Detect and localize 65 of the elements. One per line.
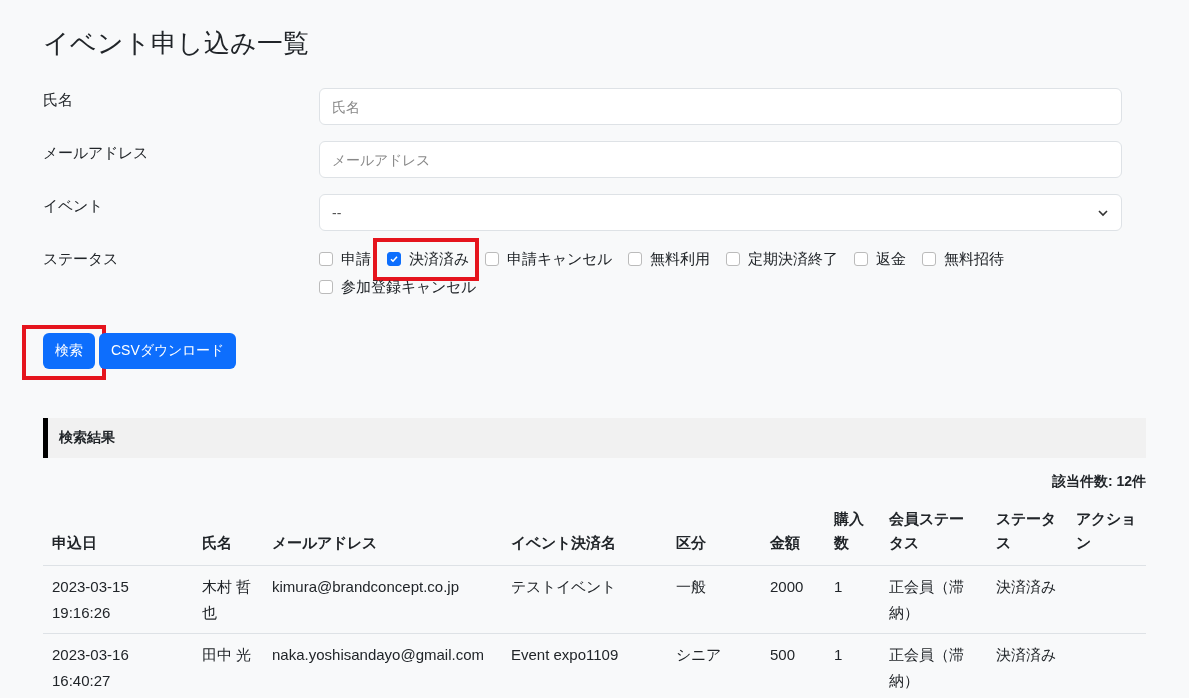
table-cell: 一般 [667, 565, 761, 634]
status-checkbox[interactable]: 定期決済終了 [726, 247, 838, 271]
status-checkbox[interactable]: 無料利用 [628, 247, 710, 271]
checkbox-label: 無料利用 [650, 249, 710, 269]
column-header: イベント決済名 [502, 501, 667, 566]
input-field[interactable]: メールアドレス [319, 141, 1122, 178]
action-button[interactable]: 検索 [43, 333, 95, 369]
column-header: メールアドレス [263, 501, 502, 566]
select-field[interactable]: -- [319, 194, 1122, 231]
checkbox[interactable] [319, 252, 333, 266]
table-cell: シニア [667, 633, 761, 698]
table-cell: 決済済み [987, 633, 1067, 698]
field-label: ステータス [43, 249, 119, 269]
table-cell: 2023-03-16 16:40:27 [43, 633, 193, 698]
table-cell: 正会員（滞納） [880, 633, 987, 698]
checkbox-label: 参加登録キャンセル [341, 277, 476, 297]
column-header: 区分 [667, 501, 761, 566]
status-checkbox[interactable]: 参加登録キャンセル [319, 275, 476, 299]
checkbox-label: 無料招待 [944, 249, 1004, 269]
status-checkbox[interactable]: 返金 [854, 247, 906, 271]
status-checkbox[interactable]: 決済済み [387, 247, 469, 271]
table-cell: 2023-03-15 19:16:26 [43, 565, 193, 634]
action-button[interactable]: CSVダウンロード [99, 333, 236, 369]
checkbox[interactable] [922, 252, 936, 266]
column-header: 金額 [761, 501, 825, 566]
column-header: 会員ステータス [880, 501, 987, 566]
column-header: ステータス [987, 501, 1067, 566]
checkbox-label: 申請 [341, 249, 371, 269]
table-cell: 正会員（滞納） [880, 565, 987, 634]
field-label: イベント [43, 196, 104, 216]
checkbox-label: 定期決済終了 [748, 249, 838, 269]
check-icon [389, 254, 399, 264]
table-cell: 2000 [761, 565, 825, 634]
checkbox[interactable] [628, 252, 642, 266]
checkbox[interactable] [387, 252, 401, 266]
field-label: メールアドレス [43, 143, 149, 163]
section-title: 検索結果 [59, 429, 115, 447]
table-cell: naka.yoshisandayo@gmail.com [263, 633, 502, 698]
input-field[interactable]: 氏名 [319, 88, 1122, 125]
table-cell: 決済済み [987, 565, 1067, 634]
status-checkbox[interactable]: 申請キャンセル [485, 247, 612, 271]
column-header: 申込日 [43, 501, 193, 566]
checkbox[interactable] [726, 252, 740, 266]
table-cell: kimura@brandconcept.co.jp [263, 565, 502, 634]
column-header: アクション [1067, 501, 1146, 566]
table-cell: テストイベント [502, 565, 667, 634]
checkbox-label: 決済済み [409, 249, 469, 269]
checkbox[interactable] [319, 280, 333, 294]
column-header: 購入数 [825, 501, 880, 566]
table-cell: 500 [761, 633, 825, 698]
checkbox-label: 申請キャンセル [507, 249, 612, 269]
table-cell: Event expo1109 [502, 633, 667, 698]
table-cell: 木村 哲也 [193, 565, 263, 634]
table-cell: 田中 光 [193, 633, 263, 698]
checkbox-label: 返金 [876, 249, 906, 269]
page-title: イベント申し込み一覧 [43, 27, 310, 60]
table-cell: 1 [825, 565, 880, 634]
result-count: 該当件数: 12件 [1050, 473, 1146, 491]
field-label: 氏名 [43, 90, 74, 110]
checkbox[interactable] [854, 252, 868, 266]
table-cell: 1 [825, 633, 880, 698]
status-checkbox[interactable]: 申請 [319, 247, 371, 271]
status-checkbox[interactable]: 無料招待 [922, 247, 1004, 271]
checkbox[interactable] [485, 252, 499, 266]
column-header: 氏名 [193, 501, 263, 566]
